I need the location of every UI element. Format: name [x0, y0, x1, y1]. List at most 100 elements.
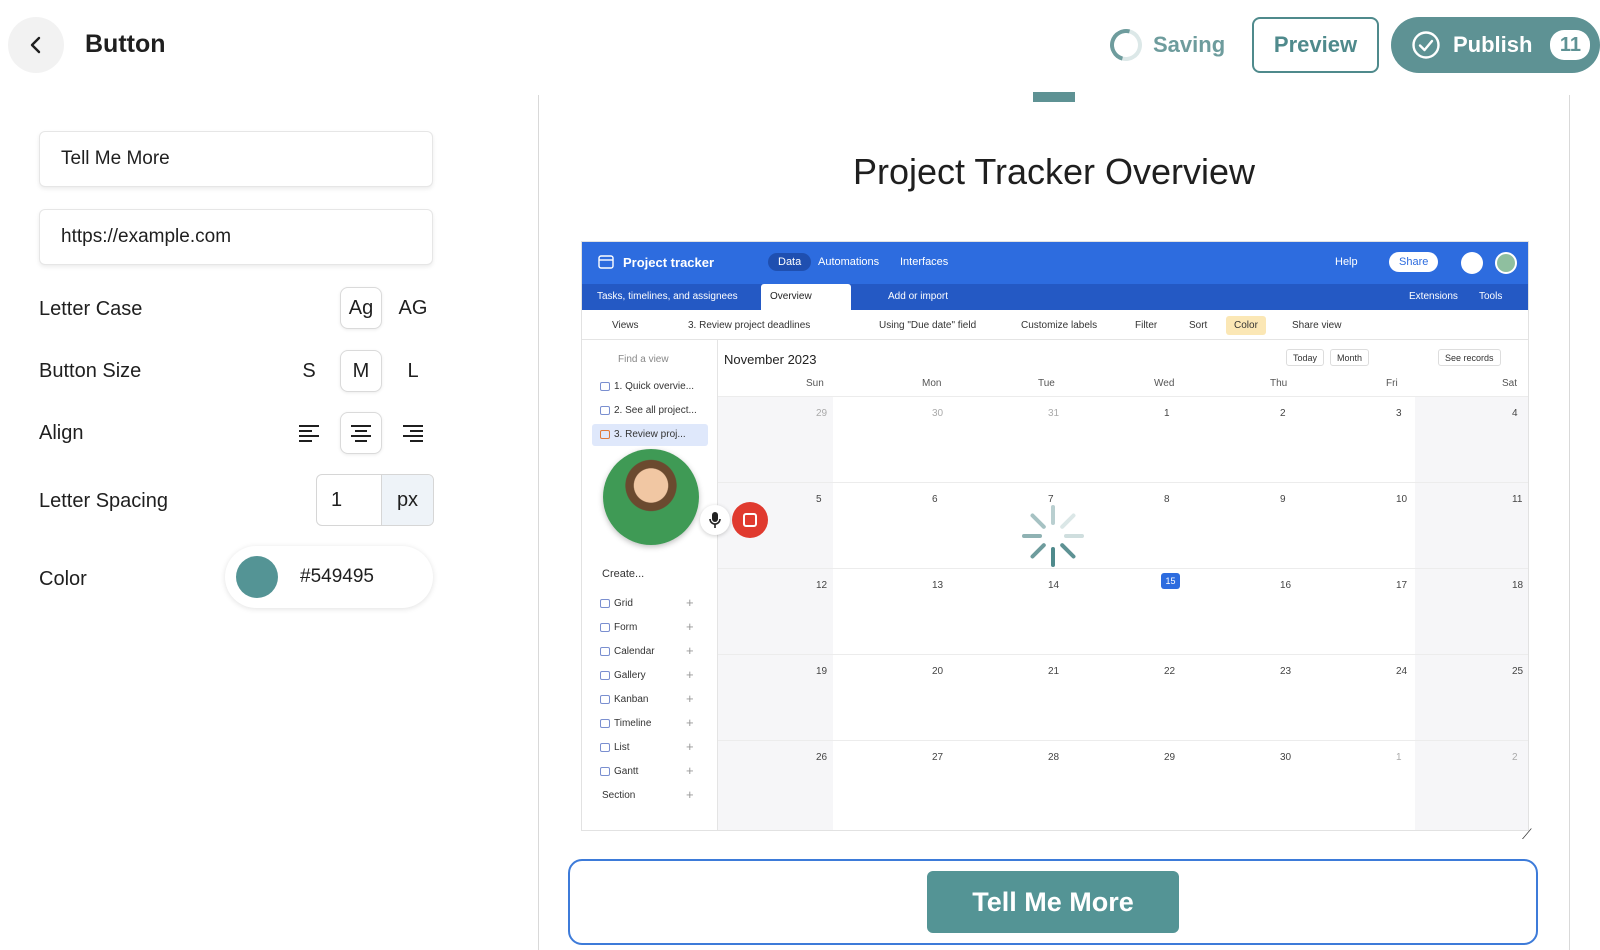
screenshot-weekday: Mon: [922, 378, 942, 389]
align-left-button[interactable]: [288, 412, 330, 454]
screenshot-month: November 2023: [724, 352, 817, 367]
letter-case-title-option[interactable]: Ag: [340, 287, 382, 329]
screenshot-create-item: Section: [602, 790, 636, 801]
screenshot-view-icon: [600, 430, 610, 439]
screenshot-extensions: Extensions: [1409, 291, 1458, 302]
screenshot-view-2: 2. See all project...: [614, 405, 697, 416]
stop-recording-button[interactable]: [732, 502, 768, 538]
screenshot-share: Share: [1389, 252, 1439, 272]
color-swatch[interactable]: [236, 556, 278, 598]
screenshot-view-icon: [600, 406, 610, 415]
screenshot-week-divider: [718, 740, 1528, 741]
color-picker[interactable]: #549495: [225, 546, 433, 608]
button-url-input[interactable]: https://example.com: [39, 209, 433, 265]
screenshot-see-records: See records: [1438, 349, 1501, 366]
screenshot-bell-icon: [1461, 252, 1483, 274]
button-size-l-option[interactable]: L: [392, 350, 434, 392]
button-text-input[interactable]: Tell Me More: [39, 131, 433, 187]
screenshot-create-item-icon: [600, 767, 610, 776]
screenshot-day-number: 1: [1396, 752, 1402, 763]
screenshot-plus-icon: +: [686, 667, 694, 682]
screenshot-weekend-col: [1415, 396, 1528, 830]
back-button[interactable]: [8, 17, 64, 73]
screenshot-tab-data: Data: [768, 253, 812, 271]
screenshot-view-1: 1. Quick overvie...: [614, 381, 695, 392]
screenshot-day-number: 17: [1396, 580, 1408, 591]
screenshot-week-divider: [718, 482, 1528, 483]
button-size-m-option[interactable]: M: [340, 350, 382, 392]
screenshot-plus-icon: +: [686, 787, 694, 802]
screenshot-tool-sort: Sort: [1189, 320, 1208, 331]
screenshot-tool-share-view: Share view: [1292, 320, 1342, 331]
screenshot-day-number: 13: [932, 580, 944, 591]
screenshot-day-number: 20: [932, 666, 944, 677]
screenshot-tool-views: Views: [612, 320, 639, 331]
screenshot-day-number: 2: [1280, 408, 1286, 419]
align-center-button[interactable]: [340, 412, 382, 454]
cta-preview-button[interactable]: Tell Me More: [927, 871, 1179, 933]
resize-handle-icon[interactable]: ⟋: [1522, 826, 1532, 843]
screenshot-day-number: 30: [1280, 752, 1292, 763]
screenshot-help: Help: [1335, 256, 1358, 268]
align-right-button[interactable]: [392, 412, 434, 454]
publish-button[interactable]: Publish 11: [1391, 17, 1600, 73]
stop-icon: [743, 513, 757, 527]
chevron-left-icon: [30, 36, 41, 54]
screenshot-view-3: 3. Review proj...: [614, 429, 686, 440]
screenshot-create-item-icon: [600, 719, 610, 728]
screenshot-table-tabs: Tasks, timelines, and assignees Add or i…: [582, 284, 1528, 310]
previous-block-stub: [1033, 92, 1075, 102]
screenshot-create-item-icon: [600, 599, 610, 608]
align-center-icon: [351, 425, 371, 442]
loading-spinner-icon: [1022, 505, 1084, 567]
app-base-icon: [598, 255, 614, 269]
screenshot-plus-icon: +: [686, 643, 694, 658]
screenshot-create-item: List: [614, 742, 630, 753]
screenshot-day-number: 29: [1164, 752, 1176, 763]
screenshot-month-select: Month: [1330, 349, 1370, 366]
saving-status: Saving: [1104, 23, 1226, 67]
microphone-button[interactable]: [700, 505, 730, 535]
screenshot-tab-interfaces: Interfaces: [900, 256, 949, 268]
screenshot-day-number: 11: [1512, 494, 1523, 505]
letter-spacing-field: 1 px: [316, 474, 434, 526]
screenshot-create-item-icon: [600, 623, 610, 632]
screenshot-day-number: 30: [932, 408, 944, 419]
button-size-s-option[interactable]: S: [288, 350, 330, 392]
screenshot-day-number: 21: [1048, 666, 1060, 677]
page-title: Button: [85, 30, 166, 58]
color-label: Color: [39, 568, 87, 590]
document-title: Project Tracker Overview: [852, 151, 1256, 192]
screenshot-plus-icon: +: [686, 763, 694, 778]
screenshot-create-item-icon: [600, 743, 610, 752]
letter-case-label: Letter Case: [39, 298, 143, 320]
screenshot-weekday: Thu: [1270, 378, 1288, 389]
screenshot-add-import: Add or import: [888, 291, 949, 302]
screenshot-day-number: 3: [1396, 408, 1402, 419]
screenshot-day-number: 19: [816, 666, 828, 677]
saving-label: Saving: [1153, 32, 1226, 57]
publish-count-badge: 11: [1550, 30, 1591, 60]
screenshot-plus-icon: +: [686, 715, 694, 730]
color-hex-value: #549495: [300, 566, 374, 587]
screenshot-calendar: November 2023 Today Month See records Su…: [718, 340, 1528, 830]
letter-case-upper-option[interactable]: AG: [392, 287, 434, 329]
screenshot-create-item: Form: [614, 622, 638, 633]
screenshot-create-item-icon: [600, 647, 610, 656]
screenshot-day-number: 6: [932, 494, 938, 505]
screenshot-day-number: 14: [1048, 580, 1060, 591]
screenshot-app-header: Project tracker Data Automations Interfa…: [582, 242, 1528, 284]
screenshot-day-number: 23: [1280, 666, 1292, 677]
screenshot-view-icon: [600, 382, 610, 391]
screenshot-create-item: Gantt: [614, 766, 639, 777]
screenshot-today: Today: [1286, 349, 1325, 366]
publish-label: Publish: [1453, 32, 1533, 57]
saving-spinner-icon: [1104, 23, 1148, 67]
preview-button[interactable]: Preview: [1252, 17, 1379, 73]
screenshot-tool-filter: Filter: [1135, 320, 1158, 331]
screenshot-day-number: 24: [1396, 666, 1408, 677]
button-size-label: Button Size: [39, 360, 142, 382]
letter-spacing-input[interactable]: 1: [317, 475, 381, 525]
screenshot-create-item: Kanban: [614, 694, 649, 705]
preview-divider-left: [538, 95, 539, 950]
